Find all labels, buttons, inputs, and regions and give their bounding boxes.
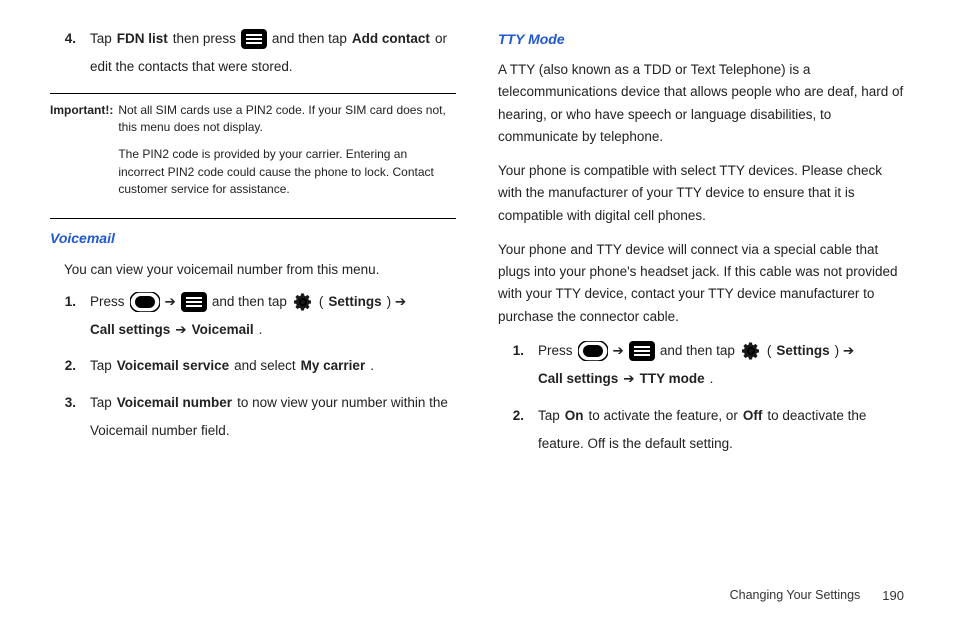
voicemail-intro: You can view your voicemail number from … — [64, 259, 456, 281]
step-number: 2. — [498, 405, 538, 427]
menu-icon — [629, 341, 655, 361]
text: ) ➔ — [835, 340, 855, 362]
arrow-icon: ➔ — [175, 319, 186, 341]
step-number: 2. — [50, 355, 90, 377]
arrow-icon: ➔ — [623, 368, 634, 390]
important-text-2: The PIN2 code is provided by your carrie… — [118, 146, 456, 198]
divider — [50, 218, 456, 219]
step-number: 1. — [498, 340, 538, 362]
text: Tap — [90, 355, 112, 377]
step-number: 4. — [50, 28, 90, 50]
right-column: TTY Mode A TTY (also known as a TDD or T… — [498, 28, 904, 469]
on-label: On — [565, 405, 584, 427]
text: ( — [767, 340, 772, 362]
left-column: 4. Tap FDN list then press and then tap … — [50, 28, 456, 469]
text: then press — [173, 28, 236, 50]
voicemail-step-2: 2. Tap Voicemail service and select My c… — [50, 355, 456, 377]
text: . — [710, 368, 714, 390]
add-contact-label: Add contact — [352, 28, 430, 50]
settings-label: Settings — [328, 291, 381, 313]
voicemail-label: Voicemail — [192, 319, 254, 341]
settings-label: Settings — [776, 340, 829, 362]
text: and then tap — [272, 28, 347, 50]
page-number: 190 — [882, 585, 904, 606]
settings-gear-icon — [292, 291, 314, 313]
text: and then tap — [660, 340, 735, 362]
text: Tap — [90, 392, 112, 414]
text: . — [259, 319, 263, 341]
fdn-step-4: 4. Tap FDN list then press and then tap … — [50, 28, 456, 79]
text: edit the contacts that were stored. — [90, 56, 293, 78]
voicemail-heading: Voicemail — [50, 227, 456, 250]
text: or — [435, 28, 447, 50]
home-button-icon — [130, 292, 160, 312]
text: to now view your number within the — [237, 392, 448, 414]
text: ( — [319, 291, 324, 313]
tty-mode-label: TTY mode — [640, 368, 705, 390]
step-number: 3. — [50, 392, 90, 414]
voicemail-number-label: Voicemail number — [117, 392, 232, 414]
tty-paragraph-3: Your phone and TTY device will connect v… — [498, 239, 904, 328]
important-label: Important!: — [50, 102, 113, 119]
fdn-list-label: FDN list — [117, 28, 168, 50]
text: feature. Off is the default setting. — [538, 433, 733, 455]
footer-title: Changing Your Settings — [730, 585, 861, 606]
text: and select — [234, 355, 296, 377]
home-button-icon — [578, 341, 608, 361]
tty-mode-heading: TTY Mode — [498, 28, 904, 51]
step-number: 1. — [50, 291, 90, 313]
page-footer: Changing Your Settings 190 — [730, 585, 904, 606]
voicemail-service-label: Voicemail service — [117, 355, 229, 377]
tty-paragraph-1: A TTY (also known as a TDD or Text Telep… — [498, 59, 904, 148]
text: Press — [538, 340, 573, 362]
text: Tap — [538, 405, 560, 427]
important-text-1: Not all SIM cards use a PIN2 code. If yo… — [118, 102, 456, 137]
text: and then tap — [212, 291, 287, 313]
text: Press — [90, 291, 125, 313]
text: . — [370, 355, 374, 377]
text: to deactivate the — [767, 405, 866, 427]
menu-icon — [181, 292, 207, 312]
text: Voicemail number field. — [90, 420, 230, 442]
text: to activate the feature, or — [589, 405, 738, 427]
arrow-icon: ➔ — [165, 291, 176, 313]
important-note: Important!: Not all SIM cards use a PIN2… — [50, 102, 456, 209]
tty-step-1: 1. Press ➔ and then tap — [498, 340, 904, 391]
call-settings-label: Call settings — [538, 368, 618, 390]
text: Tap — [90, 28, 112, 50]
menu-icon — [241, 29, 267, 49]
call-settings-label: Call settings — [90, 319, 170, 341]
my-carrier-label: My carrier — [301, 355, 366, 377]
voicemail-step-1: 1. Press ➔ and then tap — [50, 291, 456, 342]
tty-step-2: 2. Tap On to activate the feature, or Of… — [498, 405, 904, 456]
divider — [50, 93, 456, 94]
voicemail-step-3: 3. Tap Voicemail number to now view your… — [50, 392, 456, 443]
off-label: Off — [743, 405, 763, 427]
settings-gear-icon — [740, 340, 762, 362]
text: ) ➔ — [387, 291, 407, 313]
arrow-icon: ➔ — [613, 340, 624, 362]
tty-paragraph-2: Your phone is compatible with select TTY… — [498, 160, 904, 227]
